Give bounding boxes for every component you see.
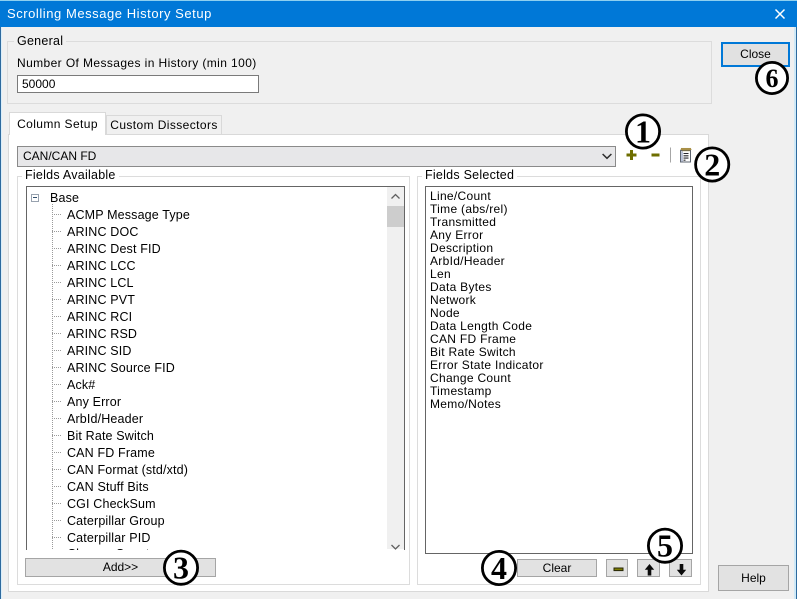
svg-text:4: 4 (491, 550, 507, 586)
svg-text:6: 6 (766, 64, 779, 93)
svg-text:3: 3 (173, 550, 189, 586)
svg-text:2: 2 (704, 147, 720, 183)
svg-text:5: 5 (657, 528, 673, 564)
svg-text:1: 1 (635, 114, 651, 150)
